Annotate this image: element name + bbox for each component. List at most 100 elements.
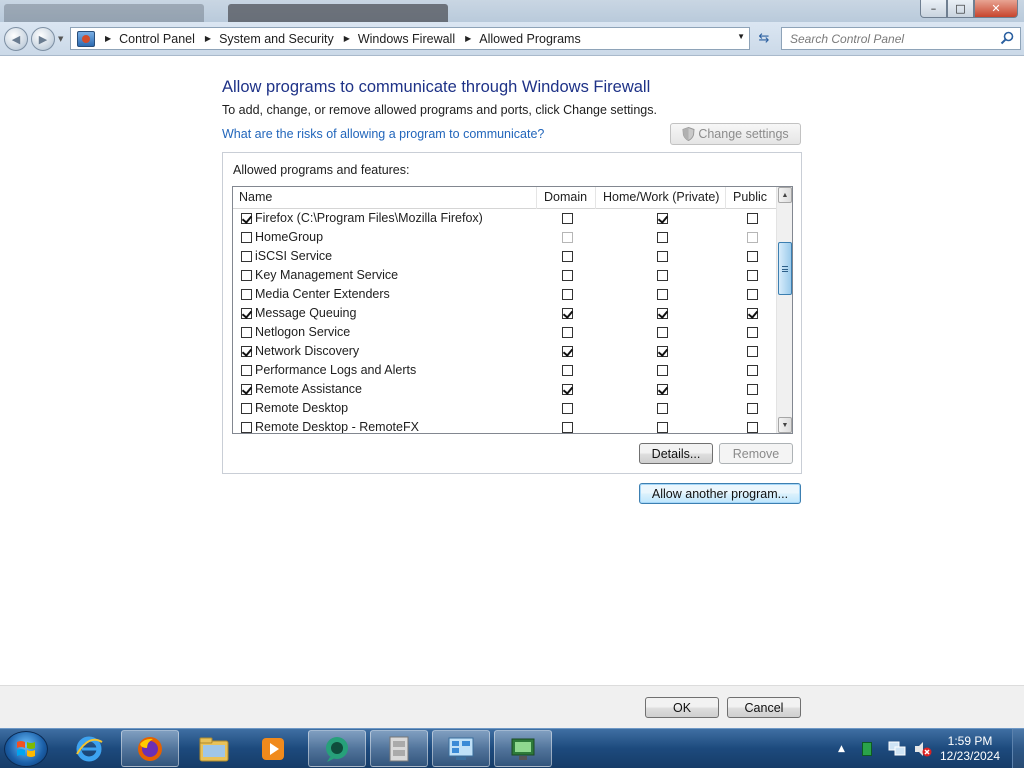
programs-list[interactable]: Name Domain Home/Work (Private) Public F… bbox=[232, 186, 793, 434]
tray-green-icon[interactable] bbox=[862, 729, 872, 768]
minimize-button[interactable]: – bbox=[920, 0, 947, 18]
taskbar-chat-app[interactable] bbox=[308, 730, 366, 767]
breadcrumb-arrow-icon[interactable]: ▶ bbox=[344, 34, 350, 43]
private-checkbox[interactable] bbox=[657, 365, 668, 376]
scroll-up-icon[interactable]: ▲ bbox=[778, 187, 792, 203]
taskbar-control-panel[interactable] bbox=[432, 730, 490, 767]
forward-button[interactable]: ▶ bbox=[31, 27, 55, 51]
column-header-domain[interactable]: Domain bbox=[544, 190, 587, 204]
domain-checkbox[interactable] bbox=[562, 384, 573, 395]
table-row[interactable]: Netlogon Service bbox=[233, 323, 778, 342]
scroll-down-icon[interactable]: ▼ bbox=[778, 417, 792, 433]
start-button[interactable] bbox=[4, 731, 48, 767]
ok-button[interactable]: OK bbox=[645, 697, 719, 718]
domain-checkbox[interactable] bbox=[562, 346, 573, 357]
taskbar-file-cabinet[interactable] bbox=[370, 730, 428, 767]
domain-checkbox[interactable] bbox=[562, 251, 573, 262]
public-checkbox[interactable] bbox=[747, 327, 758, 338]
maximize-button[interactable]: □ bbox=[947, 0, 974, 18]
program-enabled-checkbox[interactable] bbox=[241, 422, 252, 433]
back-button[interactable]: ◀ bbox=[4, 27, 28, 51]
network-tray-icon[interactable] bbox=[888, 729, 906, 768]
public-checkbox[interactable] bbox=[747, 251, 758, 262]
program-enabled-checkbox[interactable] bbox=[241, 251, 252, 262]
private-checkbox[interactable] bbox=[657, 384, 668, 395]
search-input[interactable]: Search Control Panel bbox=[781, 27, 1021, 50]
taskbar-firefox[interactable] bbox=[121, 730, 179, 767]
chevron-down-icon[interactable]: ▼ bbox=[737, 32, 745, 41]
program-enabled-checkbox[interactable] bbox=[241, 308, 252, 319]
table-row[interactable]: Key Management Service bbox=[233, 266, 778, 285]
program-enabled-checkbox[interactable] bbox=[241, 384, 252, 395]
private-checkbox[interactable] bbox=[657, 403, 668, 414]
public-checkbox[interactable] bbox=[747, 213, 758, 224]
table-row[interactable]: Remote Desktop bbox=[233, 399, 778, 418]
table-row[interactable]: Media Center Extenders bbox=[233, 285, 778, 304]
program-enabled-checkbox[interactable] bbox=[241, 289, 252, 300]
recent-pages-icon[interactable]: ▼ bbox=[58, 35, 63, 43]
cancel-button[interactable]: Cancel bbox=[727, 697, 801, 718]
breadcrumb-arrow-icon[interactable]: ▶ bbox=[105, 34, 111, 43]
change-settings-button[interactable]: Change settings bbox=[670, 123, 801, 145]
system-clock[interactable]: 1:59 PM 12/23/2024 bbox=[934, 734, 1006, 764]
private-checkbox[interactable] bbox=[657, 251, 668, 262]
private-checkbox[interactable] bbox=[657, 422, 668, 433]
table-row[interactable]: Message Queuing bbox=[233, 304, 778, 323]
program-enabled-checkbox[interactable] bbox=[241, 403, 252, 414]
volume-muted-tray-icon[interactable] bbox=[914, 729, 932, 768]
private-checkbox[interactable] bbox=[657, 289, 668, 300]
table-row[interactable]: Remote Assistance bbox=[233, 380, 778, 399]
public-checkbox[interactable] bbox=[747, 384, 758, 395]
private-checkbox[interactable] bbox=[657, 232, 668, 243]
breadcrumb-arrow-icon[interactable]: ▶ bbox=[465, 34, 471, 43]
domain-checkbox[interactable] bbox=[562, 365, 573, 376]
taskbar-network-app[interactable] bbox=[494, 730, 552, 767]
private-checkbox[interactable] bbox=[657, 327, 668, 338]
domain-checkbox[interactable] bbox=[562, 422, 573, 433]
program-enabled-checkbox[interactable] bbox=[241, 327, 252, 338]
program-enabled-checkbox[interactable] bbox=[241, 213, 252, 224]
program-enabled-checkbox[interactable] bbox=[241, 365, 252, 376]
taskbar-media-player[interactable] bbox=[244, 730, 302, 767]
table-row[interactable]: Remote Desktop - RemoteFX bbox=[233, 418, 778, 433]
taskbar-windows-explorer[interactable] bbox=[185, 730, 243, 767]
risks-link[interactable]: What are the risks of allowing a program… bbox=[222, 127, 544, 141]
domain-checkbox[interactable] bbox=[562, 213, 573, 224]
breadcrumb-control-panel[interactable]: Control Panel bbox=[119, 32, 195, 46]
private-checkbox[interactable] bbox=[657, 308, 668, 319]
public-checkbox[interactable] bbox=[747, 422, 758, 433]
domain-checkbox[interactable] bbox=[562, 403, 573, 414]
domain-checkbox[interactable] bbox=[562, 308, 573, 319]
column-header-public[interactable]: Public bbox=[733, 190, 767, 204]
program-enabled-checkbox[interactable] bbox=[241, 270, 252, 281]
domain-checkbox[interactable] bbox=[562, 232, 573, 243]
address-bar[interactable]: ▶ Control Panel ▶ System and Security ▶ … bbox=[70, 27, 750, 50]
table-row[interactable]: Network Discovery bbox=[233, 342, 778, 361]
public-checkbox[interactable] bbox=[747, 403, 758, 414]
program-enabled-checkbox[interactable] bbox=[241, 346, 252, 357]
public-checkbox[interactable] bbox=[747, 289, 758, 300]
private-checkbox[interactable] bbox=[657, 213, 668, 224]
domain-checkbox[interactable] bbox=[562, 289, 573, 300]
remove-button[interactable]: Remove bbox=[719, 443, 793, 464]
search-icon[interactable] bbox=[1000, 31, 1014, 45]
public-checkbox[interactable] bbox=[747, 346, 758, 357]
table-row[interactable]: iSCSI Service bbox=[233, 247, 778, 266]
show-hidden-icons-button[interactable]: ▲ bbox=[838, 729, 845, 768]
table-row[interactable]: Firefox (C:\Program Files\Mozilla Firefo… bbox=[233, 209, 778, 228]
program-enabled-checkbox[interactable] bbox=[241, 232, 252, 243]
close-button[interactable]: ✕ bbox=[974, 0, 1018, 18]
domain-checkbox[interactable] bbox=[562, 270, 573, 281]
breadcrumb-windows-firewall[interactable]: Windows Firewall bbox=[358, 32, 455, 46]
show-desktop-button[interactable] bbox=[1012, 729, 1024, 768]
details-button[interactable]: Details... bbox=[639, 443, 713, 464]
refresh-button[interactable]: ⇆ bbox=[752, 27, 776, 50]
domain-checkbox[interactable] bbox=[562, 327, 573, 338]
table-row[interactable]: Performance Logs and Alerts bbox=[233, 361, 778, 380]
public-checkbox[interactable] bbox=[747, 308, 758, 319]
breadcrumb-arrow-icon[interactable]: ▶ bbox=[205, 34, 211, 43]
public-checkbox[interactable] bbox=[747, 232, 758, 243]
taskbar-internet-explorer[interactable] bbox=[60, 730, 118, 767]
allow-another-program-button[interactable]: Allow another program... bbox=[639, 483, 801, 504]
private-checkbox[interactable] bbox=[657, 346, 668, 357]
